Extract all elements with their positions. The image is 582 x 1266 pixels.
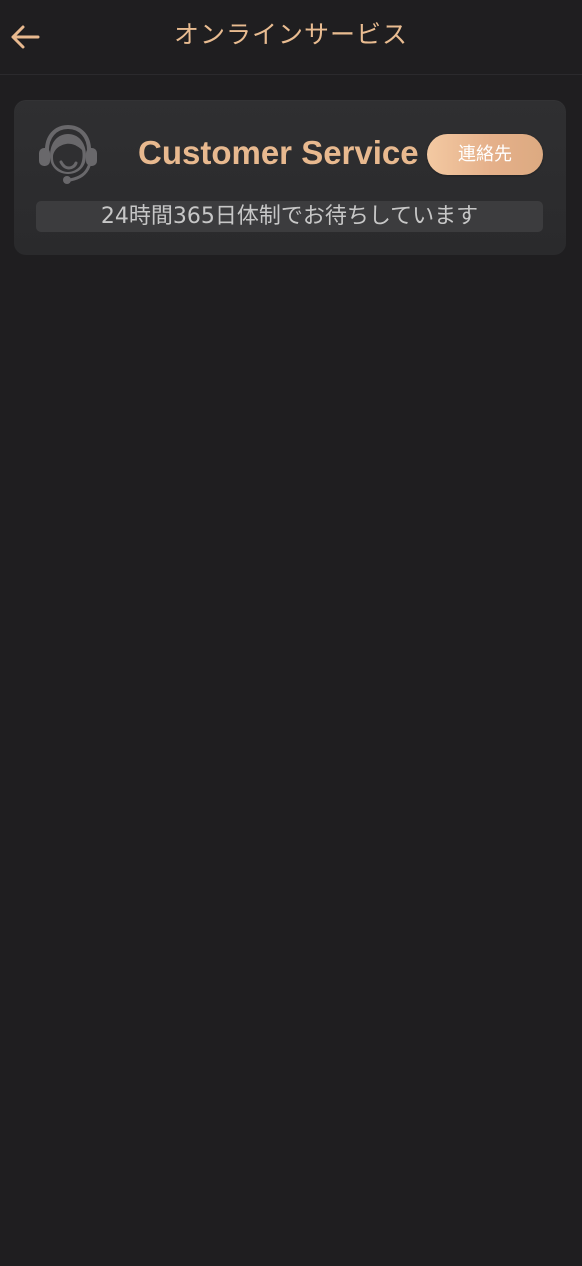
customer-service-card: Customer Service 連絡先 24時間365日体制でお待ちしています xyxy=(14,100,566,255)
back-button[interactable] xyxy=(8,20,42,54)
availability-text: 24時間365日体制でお待ちしています xyxy=(36,201,543,232)
top-navigation-bar: オンラインサービス xyxy=(0,0,582,75)
service-name: Customer Service xyxy=(138,134,419,171)
app-root: オンラインサービス Customer Service 連絡先 24時間365日体… xyxy=(0,0,582,1266)
arrow-left-icon xyxy=(11,25,40,49)
customer-service-headset-icon xyxy=(36,122,98,184)
contact-button[interactable]: 連絡先 xyxy=(427,134,543,175)
page-title: オンラインサービス xyxy=(173,20,408,49)
